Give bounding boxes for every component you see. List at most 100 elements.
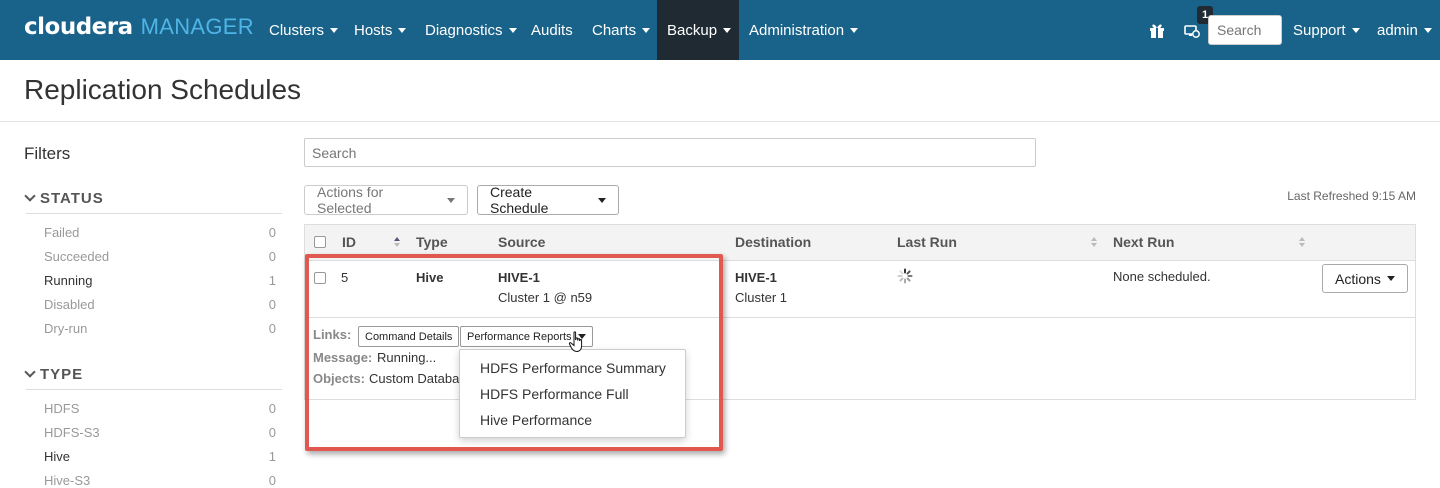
caret-down-icon bbox=[330, 27, 339, 33]
chevron-down-icon bbox=[24, 366, 36, 378]
filter-section-status-label: STATUS bbox=[40, 190, 104, 207]
loading-spinner-icon bbox=[897, 268, 913, 284]
menu-item-hdfs-performance-full[interactable]: HDFS Performance Full bbox=[480, 386, 629, 402]
col-source[interactable]: Source bbox=[498, 234, 545, 250]
select-all-checkbox[interactable] bbox=[314, 236, 326, 248]
caret-down-icon bbox=[398, 27, 407, 33]
filter-count: 1 bbox=[268, 449, 276, 464]
nav-hosts-label: Hosts bbox=[354, 21, 393, 39]
objects-label: Objects: bbox=[313, 371, 366, 386]
nav-administration[interactable]: Administration bbox=[739, 0, 868, 60]
filter-status-succeeded[interactable]: Succeeded 0 bbox=[44, 249, 276, 264]
hand-pointer-icon bbox=[568, 331, 583, 353]
filter-section-type[interactable]: TYPE bbox=[24, 366, 282, 390]
nav-backup[interactable]: Backup bbox=[657, 0, 739, 60]
row-destination-detail: Cluster 1 bbox=[735, 290, 788, 305]
filter-count: 0 bbox=[268, 297, 276, 312]
col-last-run[interactable]: Last Run bbox=[897, 234, 957, 250]
col-id[interactable]: ID bbox=[342, 234, 356, 250]
sort-icon[interactable] bbox=[394, 237, 401, 249]
message-value: Running... bbox=[377, 350, 437, 365]
nav-administration-label: Administration bbox=[749, 21, 845, 39]
caret-down-icon bbox=[850, 27, 859, 33]
filter-section-status[interactable]: STATUS bbox=[24, 190, 282, 214]
filter-count: 0 bbox=[268, 473, 276, 488]
caret-down-icon bbox=[508, 27, 517, 33]
filter-status-failed[interactable]: Failed 0 bbox=[44, 225, 276, 240]
filter-label: Failed bbox=[44, 225, 80, 240]
nav-user-menu[interactable]: admin bbox=[1367, 0, 1440, 60]
filter-section-type-label: TYPE bbox=[40, 366, 84, 383]
row-actions-button[interactable]: Actions bbox=[1322, 264, 1408, 293]
performance-reports-menu: HDFS Performance Summary HDFS Performanc… bbox=[459, 349, 686, 438]
filter-count: 0 bbox=[268, 225, 276, 240]
filter-type-hdfs[interactable]: HDFS 0 bbox=[44, 401, 276, 416]
create-schedule-label: Create Schedule bbox=[490, 184, 549, 216]
links-label: Links: bbox=[313, 327, 352, 342]
cloudera-manager-logo[interactable]: cloudera MANAGER bbox=[24, 14, 254, 44]
nav-clusters[interactable]: Clusters bbox=[259, 0, 348, 60]
caret-down-icon bbox=[447, 197, 455, 203]
create-schedule-button[interactable]: Create Schedule bbox=[477, 184, 619, 216]
table-header: ID Type Source Destination Last Run Next… bbox=[305, 225, 1415, 261]
filter-label: Succeeded bbox=[44, 249, 110, 264]
row-source-name: HIVE-1 bbox=[498, 270, 540, 285]
filter-count: 0 bbox=[268, 425, 276, 440]
filter-label: Hive bbox=[44, 449, 71, 464]
nav-hosts[interactable]: Hosts bbox=[344, 0, 416, 60]
nav-support[interactable]: Support bbox=[1283, 0, 1370, 60]
filter-status-running[interactable]: Running 1 bbox=[44, 273, 276, 288]
nav-search-input[interactable] bbox=[1208, 15, 1282, 45]
page-title: Replication Schedules bbox=[24, 74, 302, 105]
nav-diagnostics[interactable]: Diagnostics bbox=[415, 0, 527, 60]
filter-label: Running bbox=[44, 273, 93, 288]
performance-reports-label: Performance Reports bbox=[467, 330, 572, 343]
menu-item-hdfs-performance-summary[interactable]: HDFS Performance Summary bbox=[480, 360, 666, 376]
col-type[interactable]: Type bbox=[416, 234, 448, 250]
caret-down-icon bbox=[1423, 27, 1432, 33]
menu-item-hive-performance[interactable]: Hive Performance bbox=[480, 412, 592, 428]
row-type: Hive bbox=[416, 270, 444, 285]
row-source-detail: Cluster 1 @ n59 bbox=[498, 290, 593, 305]
filter-label: HDFS bbox=[44, 401, 80, 416]
top-navbar: cloudera MANAGER Clusters Hosts Diagnost… bbox=[0, 0, 1440, 60]
command-details-button[interactable]: Command Details bbox=[358, 326, 460, 347]
col-destination[interactable]: Destination bbox=[735, 234, 811, 250]
filter-count: 1 bbox=[268, 273, 276, 288]
col-next-run[interactable]: Next Run bbox=[1113, 234, 1174, 250]
filter-label: Hive-S3 bbox=[44, 473, 91, 488]
sort-icon[interactable] bbox=[1091, 237, 1098, 249]
objects-value: Custom Databa bbox=[369, 371, 460, 386]
nav-audits-label: Audits bbox=[531, 21, 573, 39]
filter-type-hive-s3[interactable]: Hive-S3 0 bbox=[44, 473, 276, 488]
row-next-run: None scheduled. bbox=[1113, 269, 1211, 284]
filter-label: Dry-run bbox=[44, 321, 88, 336]
filter-status-dry-run[interactable]: Dry-run 0 bbox=[44, 321, 276, 336]
nav-backup-label: Backup bbox=[667, 21, 718, 39]
filter-status-disabled[interactable]: Disabled 0 bbox=[44, 297, 276, 312]
chevron-down-icon bbox=[24, 190, 36, 202]
caret-down-icon bbox=[723, 27, 732, 33]
row-checkbox[interactable] bbox=[314, 272, 326, 284]
row-id: 5 bbox=[341, 270, 349, 285]
message-label: Message: bbox=[313, 350, 373, 365]
nav-audits[interactable]: Audits bbox=[521, 0, 583, 60]
row-destination-name: HIVE-1 bbox=[735, 270, 777, 285]
gift-icon[interactable] bbox=[1148, 21, 1166, 39]
sort-icon[interactable] bbox=[1299, 237, 1306, 249]
logo-brand: cloudera bbox=[24, 14, 133, 40]
schedule-search-input[interactable] bbox=[304, 138, 1036, 167]
filters-title: Filters bbox=[24, 144, 71, 163]
title-divider bbox=[0, 121, 1440, 122]
nav-clusters-label: Clusters bbox=[269, 21, 325, 39]
actions-for-selected-button[interactable]: Actions for Selected bbox=[304, 184, 468, 216]
filter-label: HDFS-S3 bbox=[44, 425, 100, 440]
nav-charts[interactable]: Charts bbox=[582, 0, 660, 60]
row-actions-label: Actions bbox=[1335, 270, 1381, 287]
filter-type-hdfs-s3[interactable]: HDFS-S3 0 bbox=[44, 425, 276, 440]
nav-user-label: admin bbox=[1377, 21, 1418, 39]
filter-type-hive[interactable]: Hive 1 bbox=[44, 449, 276, 464]
nav-diagnostics-label: Diagnostics bbox=[425, 21, 503, 39]
logo-product: MANAGER bbox=[140, 14, 254, 39]
row-divider bbox=[305, 317, 1415, 318]
